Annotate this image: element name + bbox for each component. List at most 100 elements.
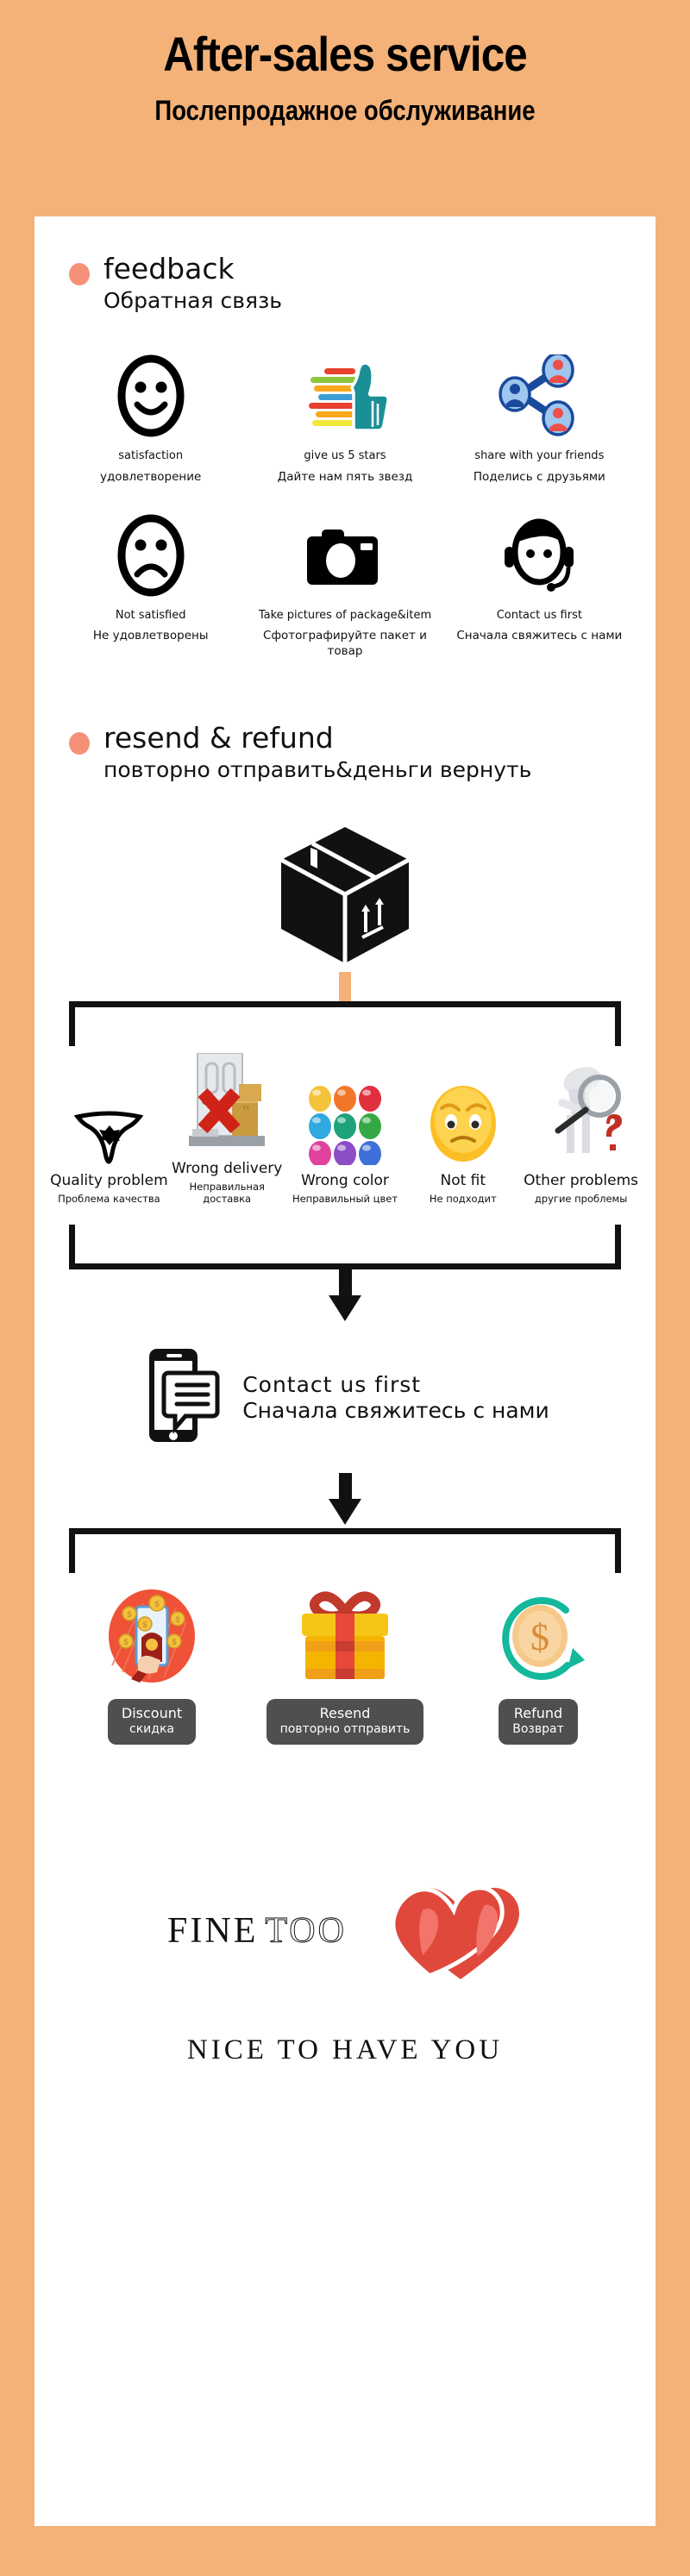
problem-label-en: Other problems [524,1171,639,1189]
svg-text:$: $ [172,1638,176,1646]
refund-button[interactable]: Refund Возврат [499,1698,578,1746]
discount-label-en: Discount [121,1704,183,1721]
feedback-section-heading: feedback Обратная связь [34,216,656,313]
problem-label-ru: Неправильная доставка [189,1181,265,1205]
shipping-box-icon [276,827,414,972]
problem-label-en: Quality problem [50,1171,168,1189]
bracket-problems-bottom [69,1224,621,1269]
color-swatches-icon [286,1065,405,1165]
content-card: feedback Обратная связь satisfaction удо… [34,216,656,2526]
svg-text:$: $ [530,1616,549,1658]
solution-refund: $ Refund Возврат [442,1585,635,1746]
feedback-item-satisfaction: satisfaction удовлетворение [53,351,248,485]
shipping-box-wrapper [34,822,656,972]
problem-label-ru: Не подходит [429,1192,497,1205]
magnifier-person-icon [522,1065,640,1165]
refund-section-heading: resend & refund повторно отправить&деньг… [34,660,656,782]
feedback-title-en: feedback [104,252,235,285]
caption-ru: Дайте нам пять звезд [277,469,413,484]
gift-box-icon [292,1585,398,1687]
page-header: After-sales service Послепродажное обслу… [0,0,690,126]
caption-en: Take pictures of package&item [258,609,432,623]
refund-title-ru: повторно отправить&деньги вернуть [104,756,532,782]
problem-wrong-delivery: ↑↑ Wrong delivery Неправильная доставка [168,1053,286,1206]
brand-name-too: TOO [265,1911,347,1952]
smiley-face-icon [53,351,248,441]
discount-button[interactable]: Discount скидка [107,1698,197,1746]
resend-button[interactable]: Resend повторно отправить [266,1698,424,1746]
bullet-dot-icon [69,731,90,755]
caption-en: satisfaction [118,449,184,463]
caption-en: Contact us first [496,609,582,623]
problem-label-ru: Неправильный цвет [292,1192,398,1205]
caption-en: give us 5 stars [304,449,386,463]
caption-en: Not satisfied [115,609,186,623]
feedback-item-contact-us: Contact us first Сначала свяжитесь с нам… [442,511,637,659]
svg-text:↑↑: ↑↑ [242,1104,249,1112]
brand-name-fine: FINE [167,1911,259,1952]
problems-row: Quality problem Проблема качества ↑↑ Wro… [34,1053,656,1206]
problem-wrong-color: Wrong color Неправильный цвет [286,1065,405,1206]
sad-face-icon [53,511,248,600]
problem-not-fit: Not fit Не подходит [404,1065,522,1206]
worried-emoji-icon [404,1065,522,1165]
caption-ru: Сначала свяжитесь с нами [456,629,623,643]
page-title-ru: Послепродажное обслуживание [154,94,536,126]
feedback-item-five-stars: give us 5 stars Дайте нам пять звезд [248,351,442,485]
problem-label-en: Wrong color [301,1171,389,1189]
flow-arrow-1 [34,1269,656,1321]
resend-label-en: Resend [319,1704,371,1721]
caption-ru: Поделись с друзьями [473,469,605,484]
feedback-item-take-pictures: Take pictures of package&item Сфотографи… [248,511,442,659]
headset-agent-icon [442,511,637,600]
svg-text:$: $ [154,1600,159,1608]
double-hearts-icon [391,1876,523,1986]
red-envelope-coins-icon: $ $ $ $ $ $ [104,1585,200,1687]
feedback-row-2: Not satisfied Не удовлетворены Take pict… [34,511,656,659]
camera-icon [248,511,442,600]
problem-label-en: Wrong delivery [172,1160,283,1178]
contact-us-block: Contact us first Сначала свяжитесь с нам… [34,1347,656,1449]
panties-garment-icon [50,1065,168,1165]
share-nodes-icon [442,351,637,441]
feedback-item-share: share with your friends Поделись с друзь… [442,351,637,485]
caption-ru: Сфотографируйте пакет и товар [263,629,427,659]
footer-tagline: NICE TO HAVE YOU [186,2034,504,2066]
feedback-item-not-satisfied: Not satisfied Не удовлетворены [53,511,248,659]
refund-title-en: resend & refund [104,720,334,755]
problem-other: Other problems другие проблемы [522,1065,640,1206]
discount-label-ru: скидка [129,1721,174,1736]
bracket-problems-top [69,1001,621,1047]
svg-text:$: $ [127,1610,131,1619]
bullet-dot-icon [69,263,90,285]
phone-message-icon [141,1347,220,1449]
caption-en: share with your friends [474,449,605,463]
contact-label-en: Contact us first [242,1371,422,1397]
solutions-row: $ $ $ $ $ $ Discount скидка Resend повто… [34,1585,656,1746]
page-title-en: After-sales service [163,27,527,81]
flow-connector-orange [339,972,351,1002]
brand-lockup: FINE TOO [34,1876,656,1986]
wrong-delivery-icon: ↑↑ [168,1053,286,1153]
resend-label-ru: повторно отправить [279,1721,411,1736]
bracket-solutions-top [69,1527,621,1573]
flow-arrow-2 [34,1472,656,1525]
solution-discount: $ $ $ $ $ $ Discount скидка [55,1585,248,1746]
svg-text:$: $ [175,1615,179,1624]
problem-label-ru: другие проблемы [534,1192,628,1205]
feedback-title-ru: Обратная связь [104,287,283,313]
svg-text:$: $ [123,1638,128,1646]
refund-label-en: Refund [513,1704,563,1721]
problem-label-ru: Проблема качества [58,1192,160,1205]
caption-ru: Не удовлетворены [92,629,209,643]
svg-text:$: $ [142,1620,147,1629]
feedback-row-1: satisfaction удовлетворение give us 5 st… [34,351,656,485]
problem-label-en: Not fit [440,1171,486,1189]
coin-refund-icon: $ [490,1585,586,1687]
caption-ru: удовлетворение [99,469,202,484]
refund-label-ru: Возврат [512,1721,564,1736]
thumbs-up-icon [248,351,442,441]
problem-quality: Quality problem Проблема качества [50,1065,168,1206]
contact-label-ru: Сначала свяжитесь с нами [242,1397,549,1423]
solution-resend: Resend повторно отправить [248,1585,442,1746]
